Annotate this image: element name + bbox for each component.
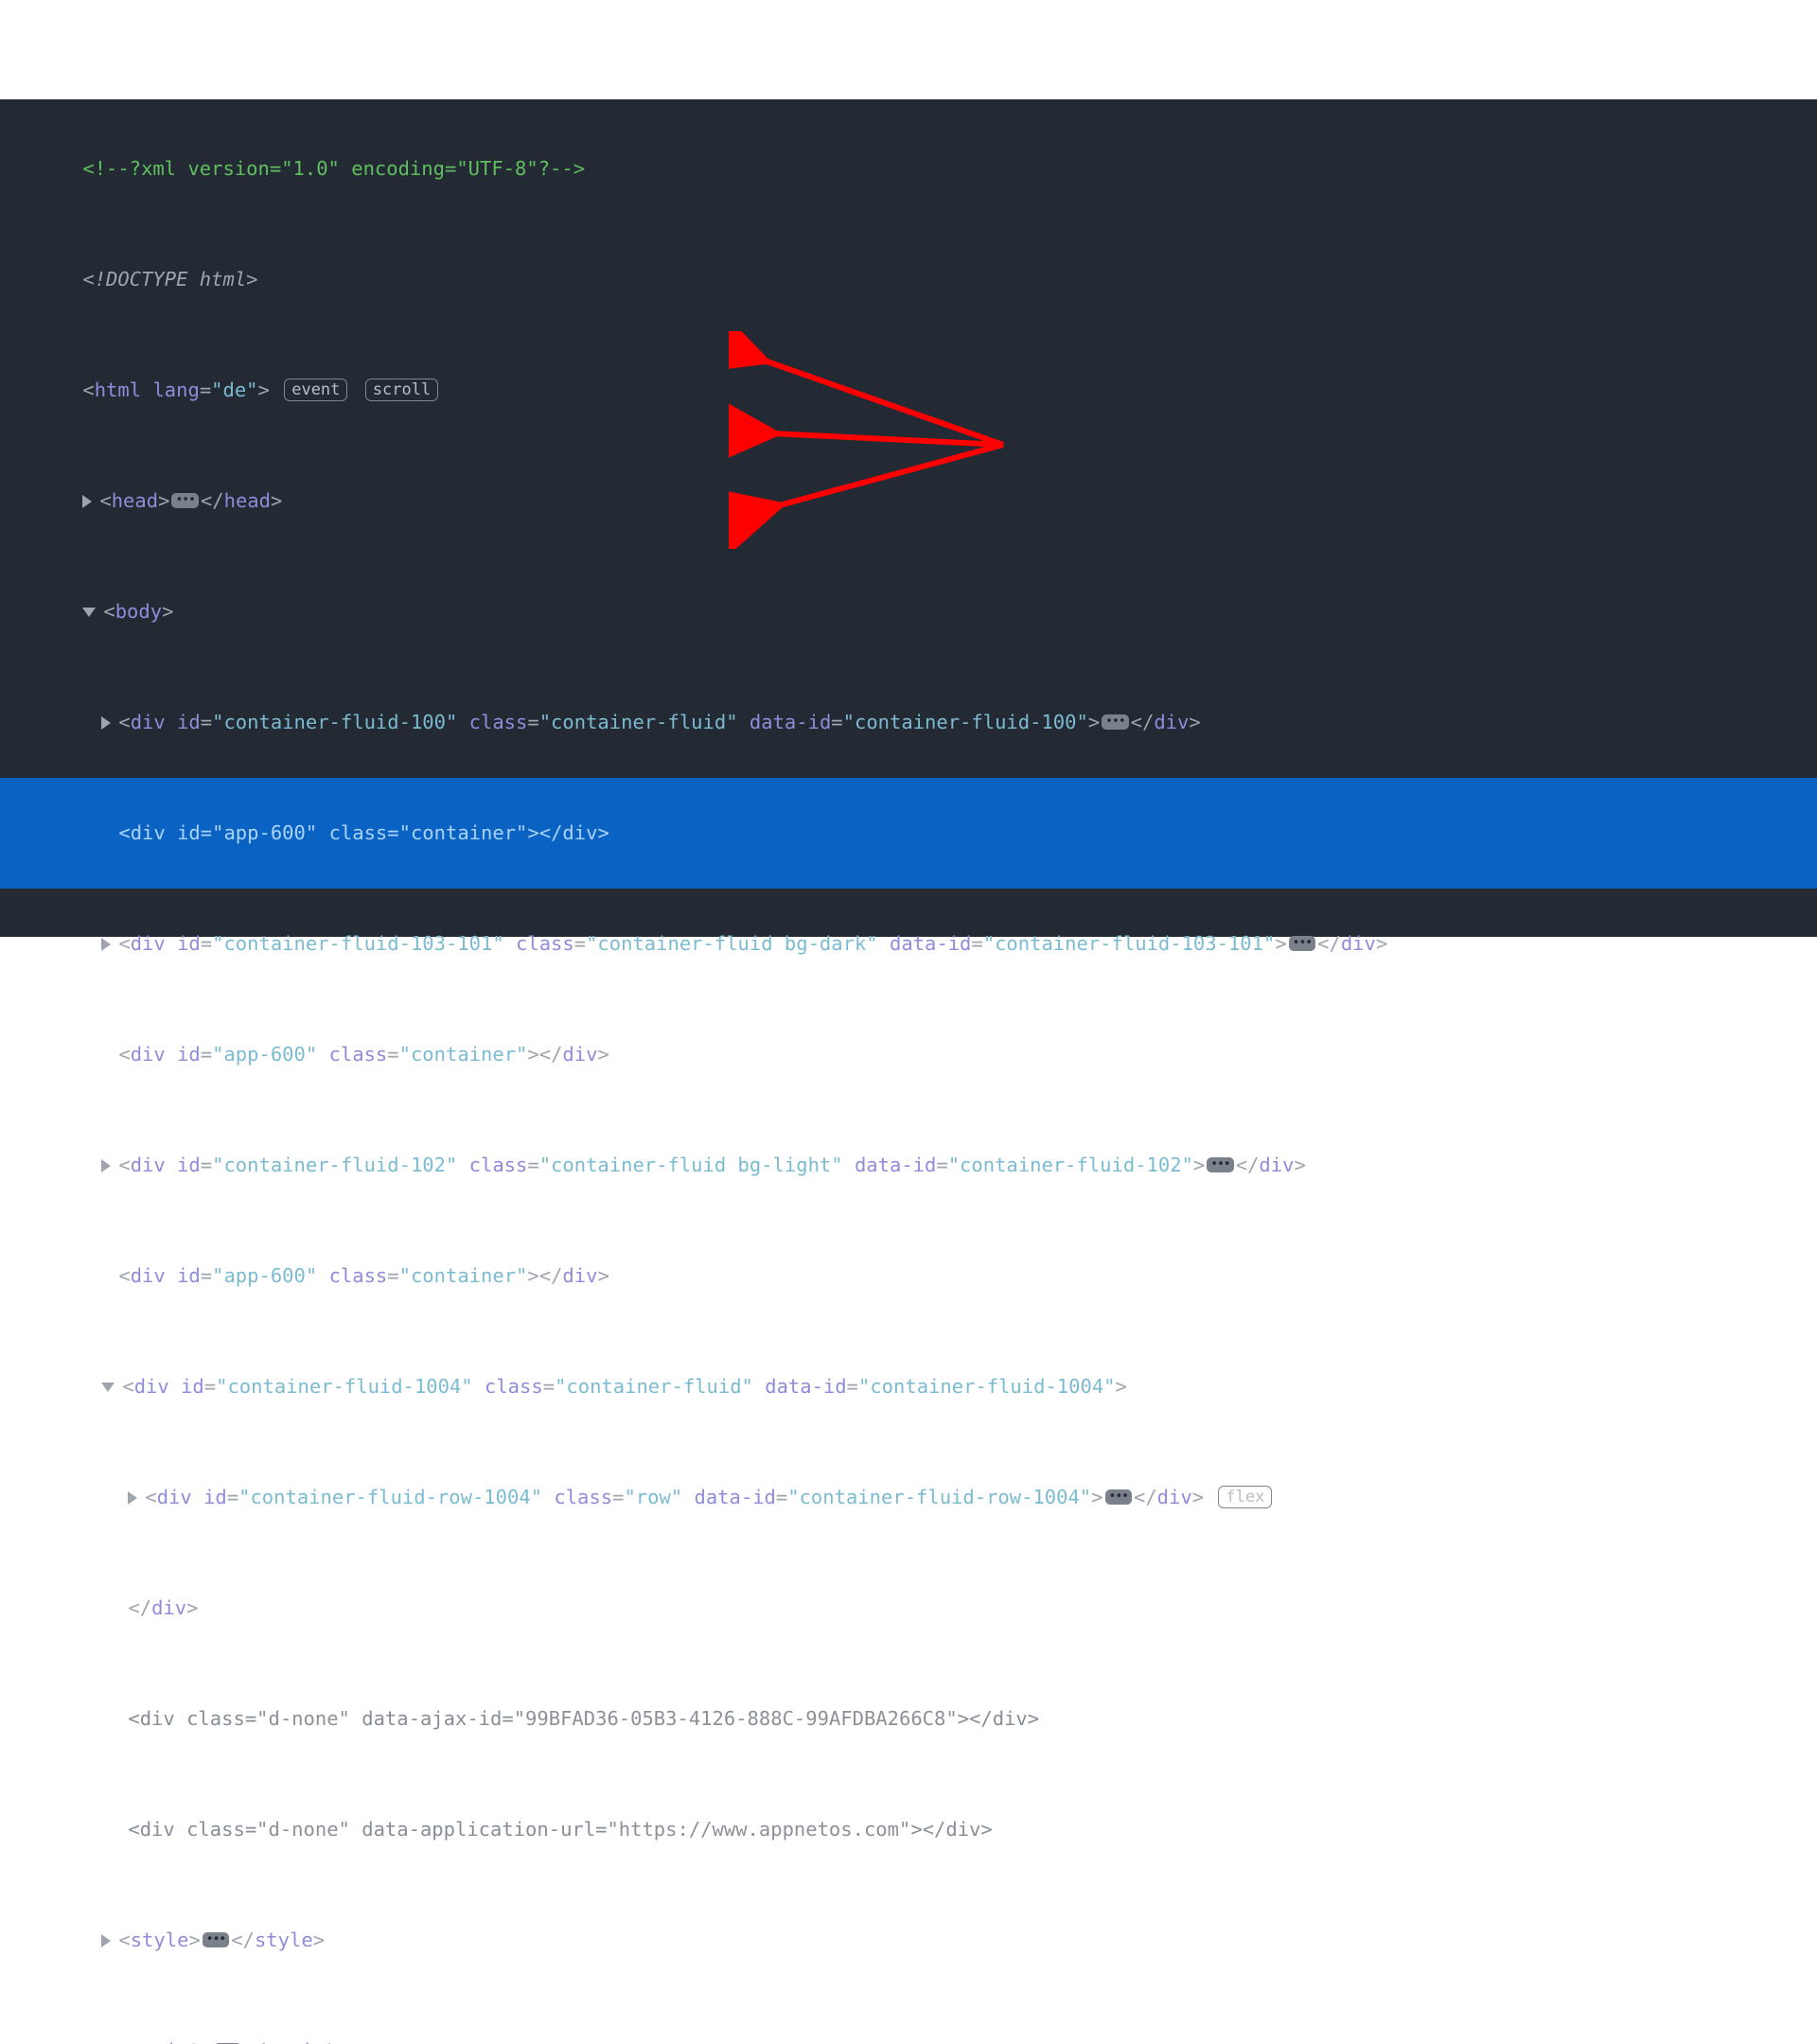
dom-line-head[interactable]: <head>•••</head> — [0, 446, 1817, 556]
ellipsis-icon[interactable]: ••• — [1102, 714, 1128, 730]
expand-icon[interactable] — [101, 1934, 111, 1947]
dom-line-script[interactable]: <script>•••</script> — [0, 1996, 1817, 2044]
dom-line-cfrow1004[interactable]: <div id="container-fluid-row-1004" class… — [0, 1442, 1817, 1553]
expand-icon[interactable] — [82, 495, 92, 508]
dom-line-app600-c[interactable]: <div id="app-600" class="container"></di… — [0, 1221, 1817, 1331]
expand-icon[interactable] — [101, 938, 111, 951]
dom-line-cf100[interactable]: <div id="container-fluid-100" class="con… — [0, 667, 1817, 778]
dom-line-style[interactable]: <style>•••</style> — [0, 1885, 1817, 1996]
dom-line-cf103[interactable]: <div id="container-fluid-103-101" class=… — [0, 889, 1817, 999]
dom-line-app600-selected[interactable]: <div id="app-600" class="container"></di… — [0, 778, 1817, 889]
badge-flex[interactable]: flex — [1218, 1486, 1272, 1508]
dom-line-dnone-ajax[interactable]: <div class="d-none" data-ajax-id="99BFAD… — [0, 1664, 1817, 1774]
ellipsis-icon[interactable]: ••• — [1207, 1157, 1233, 1172]
ellipsis-icon[interactable]: ••• — [1105, 1489, 1132, 1505]
ellipsis-icon[interactable]: ••• — [1289, 936, 1315, 951]
ellipsis-icon[interactable]: ••• — [171, 493, 198, 508]
ellipsis-icon[interactable]: ••• — [214, 2043, 240, 2044]
doctype-text: <!DOCTYPE html> — [82, 268, 257, 291]
xml-comment-text: <!--?xml version="1.0" encoding="UTF-8"?… — [82, 157, 585, 180]
dom-line-cf1004-open[interactable]: <div id="container-fluid-1004" class="co… — [0, 1331, 1817, 1442]
collapse-icon[interactable] — [82, 608, 96, 617]
badge-event[interactable]: event — [284, 379, 347, 401]
dom-line-html-open[interactable]: <html lang="de"> event scroll — [0, 335, 1817, 446]
dom-line-body-open[interactable]: <body> — [0, 556, 1817, 667]
tag-html: html — [95, 379, 141, 401]
expand-icon[interactable] — [101, 716, 111, 730]
dom-line-app600-b[interactable]: <div id="app-600" class="container"></di… — [0, 999, 1817, 1110]
dom-line-xml-decl[interactable]: <!--?xml version="1.0" encoding="UTF-8"?… — [0, 114, 1817, 224]
collapse-icon[interactable] — [101, 1383, 115, 1392]
badge-scroll[interactable]: scroll — [365, 379, 438, 401]
dom-line-cf1004-close[interactable]: </div> — [0, 1553, 1817, 1664]
devtools-elements-panel[interactable]: <!--?xml version="1.0" encoding="UTF-8"?… — [0, 99, 1817, 937]
dom-line-doctype[interactable]: <!DOCTYPE html> — [0, 224, 1817, 335]
ellipsis-icon[interactable]: ••• — [203, 1932, 229, 1947]
dom-line-dnone-appurl[interactable]: <div class="d-none" data-application-url… — [0, 1774, 1817, 1885]
top-whitespace — [0, 0, 1817, 99]
expand-icon[interactable] — [101, 1159, 111, 1172]
dom-line-cf102[interactable]: <div id="container-fluid-102" class="con… — [0, 1110, 1817, 1221]
expand-icon[interactable] — [128, 1491, 137, 1505]
